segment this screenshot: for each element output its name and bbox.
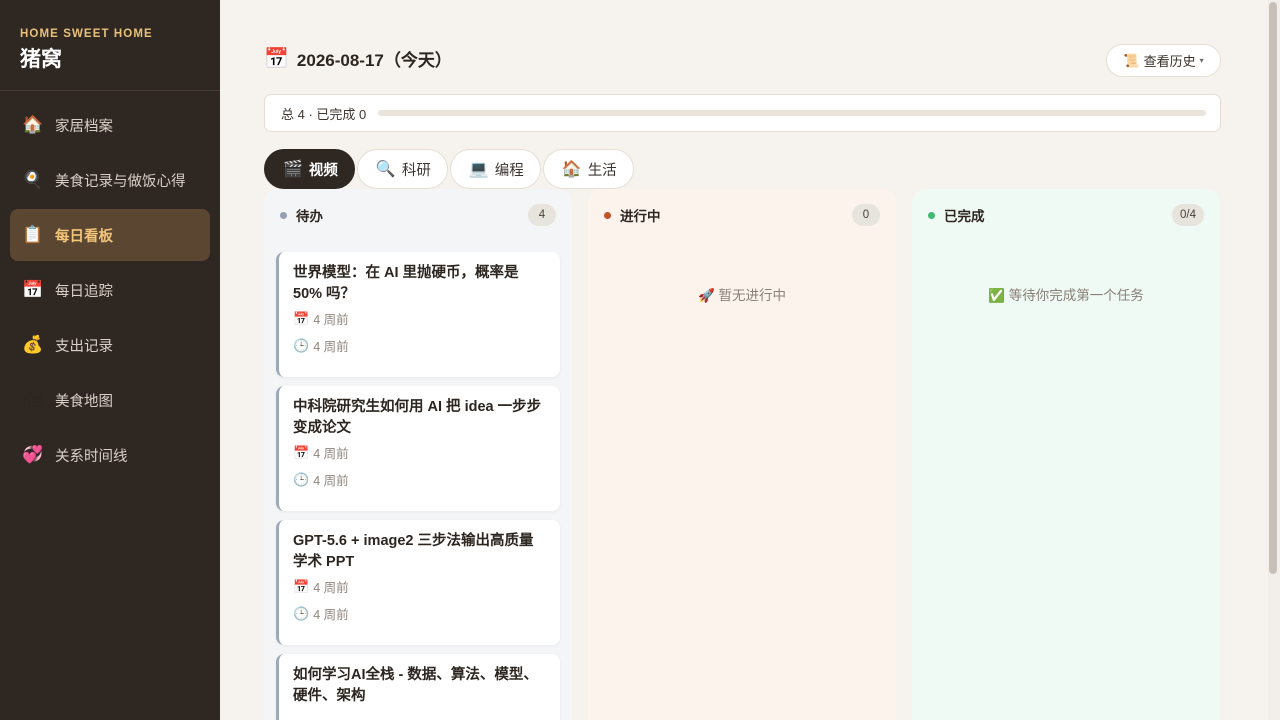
brand: HOME SWEET HOME 猪窝 [0, 0, 220, 91]
progress-summary: 总 4 · 已完成 0 [264, 94, 1221, 132]
sidebar-item-expenses[interactable]: 💰 支出记录 [10, 319, 210, 371]
task-updated-time: 4 周前 [313, 608, 349, 622]
task-created-time: 4 周前 [313, 447, 349, 461]
sidebar-item-label: 美食地图 [55, 393, 113, 410]
task-updated: 🕒 4 周前 [293, 332, 546, 359]
task-title: GPT-5.6 + image2 三步法输出高质量学术 PPT [293, 533, 534, 570]
sidebar-item-daily-tracking[interactable]: 📅 每日追踪 [10, 264, 210, 316]
calendar-icon: 📅 [264, 48, 289, 70]
category-tabs: 🎬 视频 🔍 科研 💻 编程 🏠 生活 [264, 149, 636, 189]
caret-down-icon: ▾ [1199, 56, 1204, 65]
sidebar-item-label: 美食记录与做饭心得 [55, 173, 186, 190]
map-icon: 🗺 [22, 390, 44, 409]
scrollbar-thumb[interactable] [1269, 2, 1277, 574]
column-header: 进行中 0 [604, 203, 880, 227]
clock-icon: 🕒 [293, 337, 310, 353]
status-dot [280, 211, 287, 219]
calendar-icon: 📅 [293, 444, 310, 460]
clock-icon: 🕒 [293, 605, 310, 621]
column-count-badge: 4 [528, 204, 556, 226]
status-dot [604, 211, 611, 219]
tab-label: 生活 [587, 162, 617, 179]
task-card[interactable]: GPT-5.6 + image2 三步法输出高质量学术 PPT 📅 4 周前 🕒… [276, 520, 560, 645]
sidebar-item-label: 支出记录 [55, 338, 113, 355]
sidebar-item-daily-board[interactable]: 📋 每日看板 [10, 209, 210, 261]
frying-pan-icon: 🍳 [22, 170, 44, 189]
task-title: 中科院研究生如何用 AI 把 idea 一步步变成论文 [293, 399, 542, 436]
task-created: 📅 4 周前 [293, 439, 546, 466]
sidebar: HOME SWEET HOME 猪窝 🏠 家居档案 🍳 美食记录与做饭心得 📋 … [0, 0, 220, 720]
sidebar-item-relationship-timeline[interactable]: 💞 关系时间线 [10, 429, 210, 481]
tab-label: 编程 [494, 162, 524, 179]
column-todo: 待办 4 世界模型：在 AI 里抛硬币，概率是 50% 吗？ 📅 4 周前 🕒 … [264, 189, 572, 720]
tab-label: 科研 [401, 162, 431, 179]
clock-icon: 🕒 [293, 471, 310, 487]
sidebar-item-label: 每日追踪 [55, 283, 113, 300]
magnifier-icon: 🔍 [375, 161, 396, 178]
hearts-icon: 💞 [22, 445, 44, 464]
empty-state: 🚀 暂无进行中 [697, 288, 787, 303]
brand-subtitle: HOME SWEET HOME [20, 28, 153, 40]
scroll-icon: 📜 [1123, 52, 1140, 68]
column-title: 待办 [296, 209, 323, 224]
column-title: 已完成 [944, 209, 985, 224]
calendar-icon: 📅 [22, 280, 44, 299]
task-updated-time: 4 周前 [313, 340, 349, 354]
tab-research[interactable]: 🔍 科研 [356, 149, 448, 189]
main-content: 📅 2026-08-17（今天） 📜 查看历史 ▾ 总 4 · 已完成 0 🎬 … [220, 0, 1268, 720]
task-created: 📅 4 周前 [293, 573, 546, 600]
task-updated-time: 4 周前 [313, 474, 349, 488]
task-title: 如何学习AI全栈 - 数据、算法、模型、硬件、架构 [293, 667, 538, 704]
progress-bar [378, 110, 1207, 116]
sidebar-item-food-notes[interactable]: 🍳 美食记录与做饭心得 [10, 154, 210, 206]
calendar-icon: 📅 [293, 578, 310, 594]
tab-programming[interactable]: 💻 编程 [449, 149, 541, 189]
status-dot [928, 211, 935, 219]
clipboard-icon: 📋 [22, 225, 44, 244]
tab-label: 视频 [308, 162, 338, 179]
view-history-button[interactable]: 📜 查看历史 ▾ [1106, 44, 1221, 77]
money-bag-icon: 💰 [22, 335, 44, 354]
brand-title: 猪窝 [20, 48, 62, 71]
task-updated: 🕒 4 周前 [293, 600, 546, 627]
tab-life[interactable]: 🏠 生活 [542, 149, 634, 189]
page-scrollbar[interactable] [1268, 0, 1280, 720]
task-card[interactable]: 世界模型：在 AI 里抛硬币，概率是 50% 吗？ 📅 4 周前 🕒 4 周前 [276, 252, 560, 377]
column-done: 已完成 0/4 ✅ 等待你完成第一个任务 [912, 189, 1220, 720]
sidebar-item-home-archive[interactable]: 🏠 家居档案 [10, 99, 210, 151]
column-title: 进行中 [620, 209, 661, 224]
house-icon: 🏠 [22, 115, 44, 134]
tab-video[interactable]: 🎬 视频 [264, 149, 355, 189]
view-history-label: 查看历史 [1143, 54, 1196, 69]
sidebar-item-label: 家居档案 [55, 118, 113, 135]
calendar-icon: 📅 [293, 310, 310, 326]
column-header: 待办 4 [280, 203, 556, 227]
column-count-badge: 0 [852, 204, 880, 226]
empty-state: ✅ 等待你完成第一个任务 [988, 288, 1144, 303]
task-created-time: 4 周前 [313, 581, 349, 595]
task-updated: 🕒 4 周前 [293, 466, 546, 493]
laptop-icon: 💻 [468, 161, 489, 178]
task-card[interactable]: 如何学习AI全栈 - 数据、算法、模型、硬件、架构 [276, 654, 560, 720]
task-title: 世界模型：在 AI 里抛硬币，概率是 50% 吗？ [293, 265, 519, 302]
task-created: 📅 4 周前 [293, 305, 546, 332]
sidebar-item-label: 关系时间线 [55, 448, 128, 465]
progress-text: 总 4 · 已完成 0 [281, 106, 367, 122]
column-header: 已完成 0/4 [928, 203, 1204, 227]
task-created-time: 4 周前 [313, 313, 349, 327]
page-header: 📅 2026-08-17（今天） [264, 46, 452, 71]
page-title: 2026-08-17（今天） [296, 51, 452, 70]
clapper-icon: 🎬 [283, 161, 303, 178]
sidebar-item-food-map[interactable]: 🗺 美食地图 [10, 374, 210, 426]
sidebar-nav: 🏠 家居档案 🍳 美食记录与做饭心得 📋 每日看板 📅 每日追踪 💰 支出记录 … [0, 91, 220, 481]
sidebar-item-label: 每日看板 [55, 228, 113, 245]
house-icon: 🏠 [561, 161, 582, 178]
task-card[interactable]: 中科院研究生如何用 AI 把 idea 一步步变成论文 📅 4 周前 🕒 4 周… [276, 386, 560, 511]
column-count-badge: 0/4 [1172, 204, 1204, 226]
column-in-progress: 进行中 0 🚀 暂无进行中 [588, 189, 896, 720]
